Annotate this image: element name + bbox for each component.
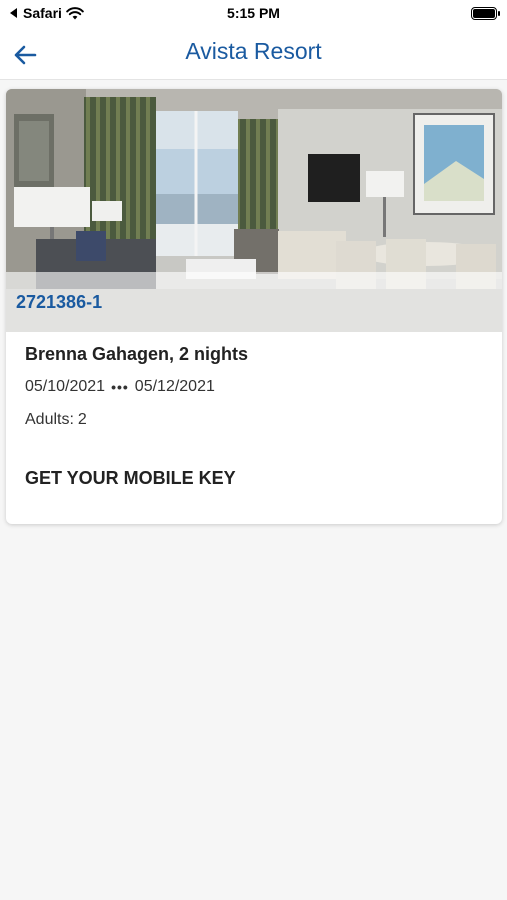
guest-and-nights: Brenna Gahagen, 2 nights: [25, 344, 249, 364]
date-separator: •••: [111, 379, 129, 395]
adults-value: 2: [77, 411, 87, 428]
navigation-bar: Avista Resort: [0, 28, 507, 80]
adults-label: Adults:: [25, 411, 74, 428]
status-bar: Safari 5:15 PM: [0, 0, 507, 28]
stay-dates: 05/10/2021 ••• 05/12/2021: [25, 378, 215, 396]
check-in-date: 05/10/2021: [25, 378, 106, 395]
battery-icon: [471, 7, 500, 20]
adults-count: Adults: 2: [25, 411, 87, 429]
reservation-card[interactable]: 2721386-1 Brenna Gahagen, 2 nights 05/10…: [6, 89, 502, 524]
check-out-date: 05/12/2021: [134, 378, 215, 395]
page-title: Avista Resort: [185, 38, 322, 64]
status-time: 5:15 PM: [227, 5, 280, 21]
confirmation-number: 2721386-1: [16, 292, 103, 312]
get-mobile-key-button[interactable]: GET YOUR MOBILE KEY: [25, 468, 236, 489]
